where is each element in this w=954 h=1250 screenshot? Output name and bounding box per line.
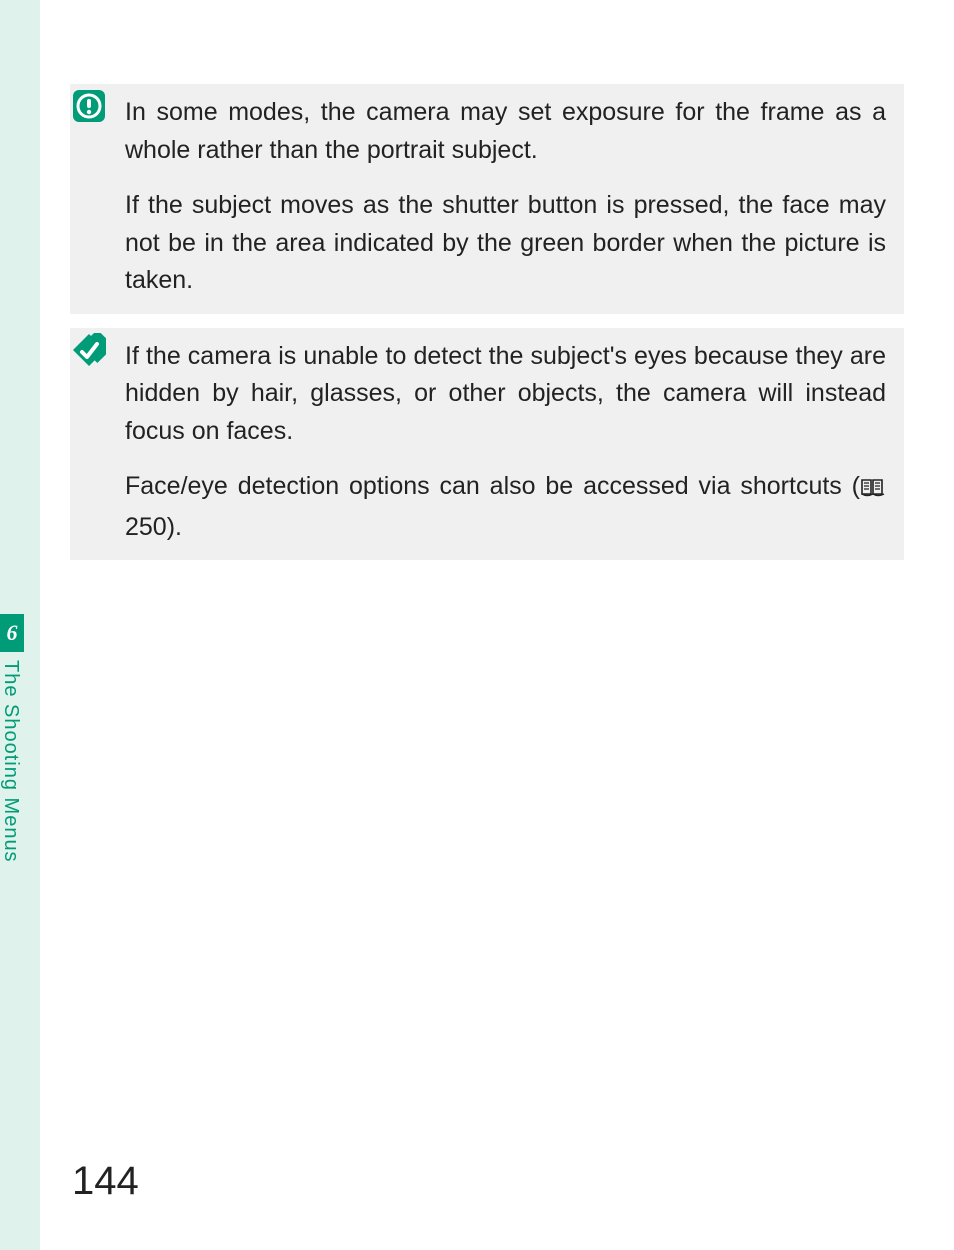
tip-paragraph-2: Face/eye detection options can also be a…: [125, 468, 886, 546]
caution-note: In some modes, the camera may set exposu…: [70, 84, 904, 314]
chapter-title-vertical: The Shooting Menus: [2, 660, 22, 863]
page-ref-icon: [860, 471, 886, 509]
caution-paragraph-1: In some modes, the camera may set exposu…: [125, 94, 886, 169]
tip-icon: [72, 333, 106, 367]
tip-p2-suffix: 250).: [125, 513, 182, 541]
tip-paragraph-1: If the camera is unable to detect the su…: [125, 338, 886, 451]
page-content: In some modes, the camera may set exposu…: [40, 0, 954, 574]
chapter-tab: 6: [0, 614, 24, 652]
tip-p2-prefix: Face/eye detection options can also be a…: [125, 472, 860, 500]
chapter-number: 6: [7, 620, 18, 646]
tip-note: If the camera is unable to detect the su…: [70, 328, 904, 561]
caution-icon: [72, 89, 106, 123]
page-number: 144: [72, 1159, 139, 1204]
caution-paragraph-2: If the subject moves as the shutter butt…: [125, 187, 886, 300]
